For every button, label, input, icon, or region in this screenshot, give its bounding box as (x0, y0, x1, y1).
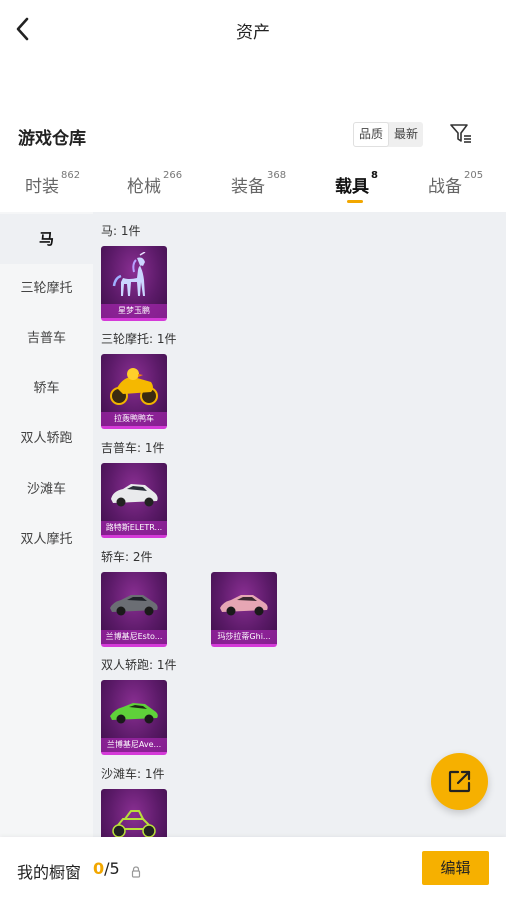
item-card[interactable]: 路特斯ELETR... (101, 463, 167, 538)
sort-toggle: 品质 最新 (353, 122, 424, 147)
item-name: 兰博基尼Ave... (101, 738, 167, 752)
active-tab-indicator (347, 200, 363, 203)
sidebar-item-double-motorbike[interactable]: 双人摩托 (0, 515, 93, 565)
sidebar-item-horse[interactable]: 马 (0, 214, 93, 264)
unicorn-horse-icon (107, 251, 161, 300)
tab-battle-supplies[interactable]: 战备205 (428, 170, 483, 197)
sidebar-item-trike[interactable]: 三轮摩托 (0, 264, 93, 314)
section-title: 双人轿跑: 1件 (101, 658, 177, 672)
section-title: 吉普车: 1件 (101, 441, 165, 455)
section-title: 三轮摩托: 1件 (101, 332, 177, 346)
edit-button[interactable]: 编辑 (422, 851, 489, 885)
section-title: 轿车: 2件 (101, 550, 153, 564)
warehouse-header: 游戏仓库 品质 最新 (0, 118, 506, 154)
tab-fashion[interactable]: 时装862 (25, 170, 80, 197)
share-button[interactable] (431, 753, 488, 810)
item-card[interactable]: 兰博基尼Esto... (101, 572, 167, 647)
tab-equipment[interactable]: 装备368 (231, 170, 286, 197)
showcase-label: 我的橱窗 (17, 863, 82, 882)
duck-trike-icon (107, 360, 161, 408)
sidebar-item-coupe[interactable]: 双人轿跑 (0, 414, 93, 464)
item-card[interactable] (101, 789, 167, 837)
tab-weapons[interactable]: 枪械266 (127, 170, 182, 197)
item-name: 星梦玉鹏 (101, 304, 167, 318)
lock-icon (131, 863, 141, 878)
item-name: 拉轰鸭鸭车 (101, 412, 167, 426)
top-bar: 资产 (0, 0, 506, 58)
vehicle-category-sidebar: 马 三轮摩托 吉普车 轿车 双人轿跑 沙滩车 双人摩托 (0, 212, 93, 837)
warehouse-title: 游戏仓库 (18, 129, 86, 149)
sort-latest-button[interactable]: 最新 (389, 122, 423, 147)
pink-sports-car-icon (217, 578, 271, 626)
item-card[interactable]: 星梦玉鹏 (101, 246, 167, 321)
page-title: 资产 (236, 23, 270, 43)
item-card[interactable]: 兰博基尼Ave... (101, 680, 167, 755)
buggy-icon (107, 795, 161, 837)
white-suv-icon (107, 469, 161, 517)
showcase-bar: 我的橱窗 0/5 编辑 (0, 837, 506, 897)
item-name: 路特斯ELETR... (101, 521, 167, 535)
sort-quality-button[interactable]: 品质 (353, 122, 390, 147)
item-name: 兰博基尼Esto... (101, 630, 167, 644)
item-card[interactable]: 玛莎拉蒂Ghi... (211, 572, 277, 647)
sidebar-item-sedan[interactable]: 轿车 (0, 364, 93, 414)
grey-sports-car-icon (107, 578, 161, 626)
item-card[interactable]: 拉轰鸭鸭车 (101, 354, 167, 429)
share-icon (448, 770, 471, 793)
item-name: 玛莎拉蒂Ghi... (211, 630, 277, 644)
tab-vehicles[interactable]: 载具8 (335, 170, 378, 197)
item-list: 马: 1件 星梦玉鹏 三轮摩托: 1件 拉轰鸭鸭车 吉普车: 1件 路特斯ELE… (93, 212, 506, 837)
sidebar-item-jeep[interactable]: 吉普车 (0, 314, 93, 364)
filter-icon[interactable] (448, 122, 474, 146)
green-sports-car-icon (107, 686, 161, 734)
section-title: 马: 1件 (101, 224, 141, 238)
section-title: 沙滩车: 1件 (101, 767, 165, 781)
category-tabs: 时装862 枪械266 装备368 载具8 战备205 (0, 164, 506, 210)
sidebar-item-buggy[interactable]: 沙滩车 (0, 465, 93, 515)
showcase-count: 0/5 (93, 859, 120, 878)
